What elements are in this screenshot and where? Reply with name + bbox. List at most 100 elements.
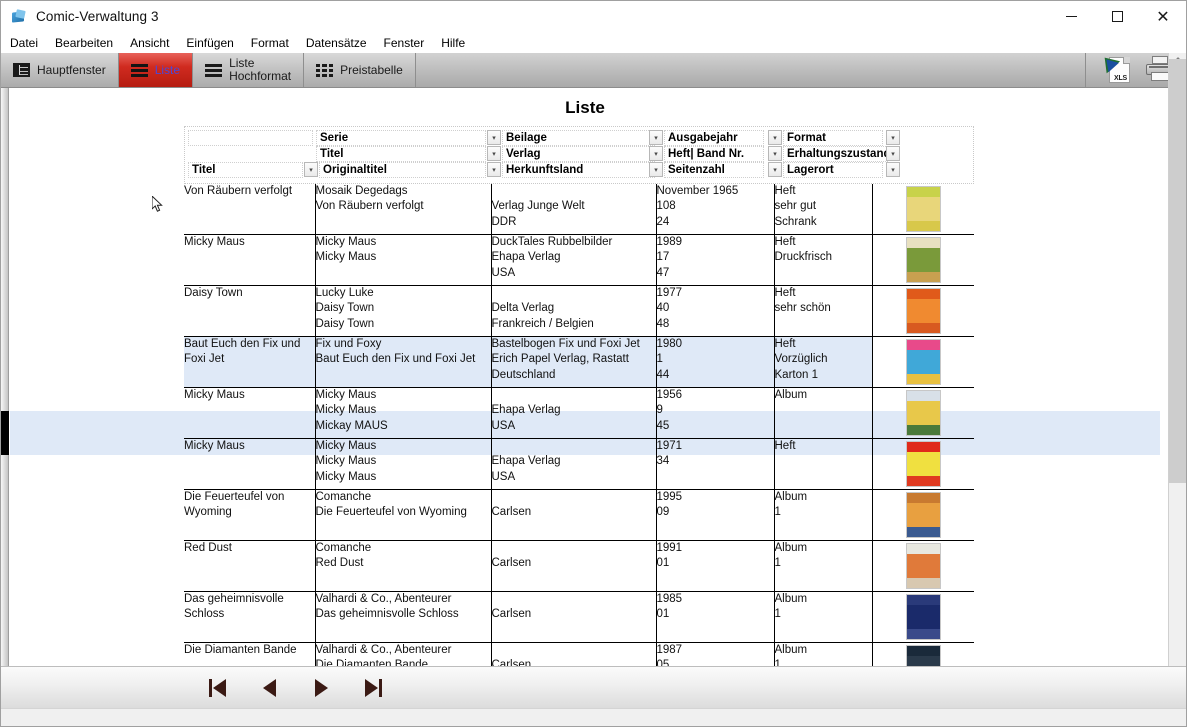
- cell-cover-thumbnail[interactable]: [872, 490, 974, 541]
- cell-ausgabe[interactable]: November 196510824: [656, 184, 774, 235]
- cell-serie[interactable]: Micky MausMicky Maus: [315, 235, 491, 286]
- cell-serie[interactable]: ComancheDie Feuerteufel von Wyoming: [315, 490, 491, 541]
- cell-format[interactable]: Album: [774, 388, 872, 439]
- next-record-button[interactable]: [295, 667, 347, 709]
- cell-titel[interactable]: Micky Maus: [184, 235, 315, 286]
- header-heft-band-nr-dropdown[interactable]: ▾: [649, 146, 663, 161]
- scrollbar-thumb[interactable]: [1169, 59, 1187, 483]
- cell-cover-thumbnail[interactable]: [872, 184, 974, 235]
- cell-ausgabe[interactable]: 1980144: [656, 337, 774, 388]
- cell-ausgabe[interactable]: 197134: [656, 439, 774, 490]
- first-record-button[interactable]: [191, 667, 243, 709]
- cell-ausgabe[interactable]: 19774048: [656, 286, 774, 337]
- table-row[interactable]: Baut Euch den Fix undFoxi Jet Fix und Fo…: [184, 337, 974, 388]
- table-row[interactable]: Micky Maus Micky MausMicky Maus DuckTale…: [184, 235, 974, 286]
- cell-format[interactable]: Heftsehr gutSchrank: [774, 184, 872, 235]
- table-row[interactable]: Daisy Town Lucky LukeDaisy TownDaisy Tow…: [184, 286, 974, 337]
- tab-hauptfenster[interactable]: Hauptfenster: [1, 53, 119, 87]
- table-row[interactable]: Das geheimnisvolleSchloss Valhardi & Co.…: [184, 592, 974, 643]
- cell-serie[interactable]: Micky MausMicky MausMicky Maus: [315, 439, 491, 490]
- header-lagerort-dropdown[interactable]: ▾: [768, 162, 782, 177]
- cell-titel[interactable]: Die Feuerteufel vonWyoming: [184, 490, 315, 541]
- cell-beilage[interactable]: Ehapa VerlagUSA: [491, 388, 656, 439]
- vertical-scrollbar[interactable]: ⌃ ⌄: [1168, 53, 1186, 710]
- horizontal-scroll-area[interactable]: [1, 708, 1186, 726]
- cell-format[interactable]: HeftVorzüglichKarton 1: [774, 337, 872, 388]
- cell-ausgabe[interactable]: 199101: [656, 541, 774, 592]
- cell-titel[interactable]: Baut Euch den Fix undFoxi Jet: [184, 337, 315, 388]
- header-seitenzahl-dropdown[interactable]: ▾: [649, 162, 663, 177]
- table-row[interactable]: Micky Maus Micky MausMicky MausMicky Mau…: [184, 439, 974, 490]
- cell-titel[interactable]: Daisy Town: [184, 286, 315, 337]
- cell-serie[interactable]: Valhardi & Co., AbenteurerDas geheimnisv…: [315, 592, 491, 643]
- cell-beilage[interactable]: DuckTales RubbelbilderEhapa VerlagUSA: [491, 235, 656, 286]
- menu-item-datensaetze[interactable]: Datensätze: [306, 34, 376, 52]
- minimize-button[interactable]: [1048, 1, 1094, 32]
- last-record-button[interactable]: [347, 667, 399, 709]
- cell-format[interactable]: Heftsehr schön: [774, 286, 872, 337]
- menu-item-hilfe[interactable]: Hilfe: [441, 34, 474, 52]
- cell-titel[interactable]: Micky Maus: [184, 388, 315, 439]
- header-beilage-dropdown[interactable]: ▾: [487, 130, 501, 145]
- close-button[interactable]: ✕: [1140, 1, 1186, 32]
- header-verlag-dropdown[interactable]: ▾: [487, 146, 501, 161]
- header-originaltitel-dropdown[interactable]: ▾: [304, 162, 318, 177]
- table-row[interactable]: Von Räubern verfolgt Mosaik DegedagsVon …: [184, 184, 974, 235]
- maximize-button[interactable]: [1094, 1, 1140, 32]
- table-row[interactable]: Red Dust ComancheRed Dust Carlsen 199101…: [184, 541, 974, 592]
- header-erhaltungszustand-dropdown[interactable]: ▾: [768, 146, 782, 161]
- previous-record-button[interactable]: [243, 667, 295, 709]
- cell-cover-thumbnail[interactable]: [872, 388, 974, 439]
- table-row[interactable]: Micky Maus Micky MausMicky MausMickay MA…: [184, 388, 974, 439]
- cell-line: sehr schön: [775, 301, 872, 316]
- cell-titel[interactable]: Von Räubern verfolgt: [184, 184, 315, 235]
- cell-format[interactable]: Album1: [774, 541, 872, 592]
- tab-liste-hochformat[interactable]: Liste Hochformat: [193, 53, 304, 87]
- cell-beilage[interactable]: Verlag Junge WeltDDR: [491, 184, 656, 235]
- cell-beilage[interactable]: Carlsen: [491, 541, 656, 592]
- cell-format[interactable]: Album1: [774, 592, 872, 643]
- table-row[interactable]: Die Feuerteufel vonWyoming ComancheDie F…: [184, 490, 974, 541]
- menu-item-fenster[interactable]: Fenster: [384, 34, 434, 52]
- header-extra-dropdown-r0[interactable]: ▾: [886, 130, 900, 145]
- cell-serie[interactable]: Micky MausMicky MausMickay MAUS: [315, 388, 491, 439]
- cell-format[interactable]: HeftDruckfrisch: [774, 235, 872, 286]
- cell-titel[interactable]: Red Dust: [184, 541, 315, 592]
- menu-item-ansicht[interactable]: Ansicht: [130, 34, 178, 52]
- cell-ausgabe[interactable]: 199509: [656, 490, 774, 541]
- cell-cover-thumbnail[interactable]: [872, 286, 974, 337]
- cell-serie[interactable]: Mosaik DegedagsVon Räubern verfolgt: [315, 184, 491, 235]
- tab-preistabelle[interactable]: Preistabelle: [304, 53, 416, 87]
- cell-beilage[interactable]: Delta VerlagFrankreich / Belgien: [491, 286, 656, 337]
- cell-cover-thumbnail[interactable]: [872, 439, 974, 490]
- cell-serie[interactable]: Lucky LukeDaisy TownDaisy Town: [315, 286, 491, 337]
- header-extra-dropdown-r2[interactable]: ▾: [886, 162, 900, 177]
- header-ausgabejahr-dropdown[interactable]: ▾: [649, 130, 663, 145]
- cell-ausgabe[interactable]: 1956945: [656, 388, 774, 439]
- cell-ausgabe[interactable]: 198501: [656, 592, 774, 643]
- menu-item-einfuegen[interactable]: Einfügen: [186, 34, 242, 52]
- cell-beilage[interactable]: Bastelbogen Fix und Foxi JetErich Papel …: [491, 337, 656, 388]
- cell-format[interactable]: Heft: [774, 439, 872, 490]
- cell-format[interactable]: Album1: [774, 490, 872, 541]
- cell-cover-thumbnail[interactable]: [872, 235, 974, 286]
- tab-liste[interactable]: Liste: [119, 53, 193, 87]
- cell-beilage[interactable]: Carlsen: [491, 490, 656, 541]
- header-extra-dropdown-r1[interactable]: ▾: [886, 146, 900, 161]
- cell-cover-thumbnail[interactable]: [872, 337, 974, 388]
- cell-ausgabe[interactable]: 19891747: [656, 235, 774, 286]
- header-herkunftsland-dropdown[interactable]: ▾: [487, 162, 501, 177]
- cell-serie[interactable]: ComancheRed Dust: [315, 541, 491, 592]
- cell-beilage[interactable]: Carlsen: [491, 592, 656, 643]
- menu-item-format[interactable]: Format: [251, 34, 298, 52]
- cell-beilage[interactable]: Ehapa VerlagUSA: [491, 439, 656, 490]
- cell-titel[interactable]: Das geheimnisvolleSchloss: [184, 592, 315, 643]
- xls-export-icon[interactable]: XLS: [1100, 56, 1130, 84]
- cell-cover-thumbnail[interactable]: [872, 592, 974, 643]
- menu-item-datei[interactable]: Datei: [10, 34, 47, 52]
- cell-cover-thumbnail[interactable]: [872, 541, 974, 592]
- cell-serie[interactable]: Fix und FoxyBaut Euch den Fix und Foxi J…: [315, 337, 491, 388]
- menu-item-bearbeiten[interactable]: Bearbeiten: [55, 34, 122, 52]
- header-format-dropdown[interactable]: ▾: [768, 130, 782, 145]
- cell-titel[interactable]: Micky Maus: [184, 439, 315, 490]
